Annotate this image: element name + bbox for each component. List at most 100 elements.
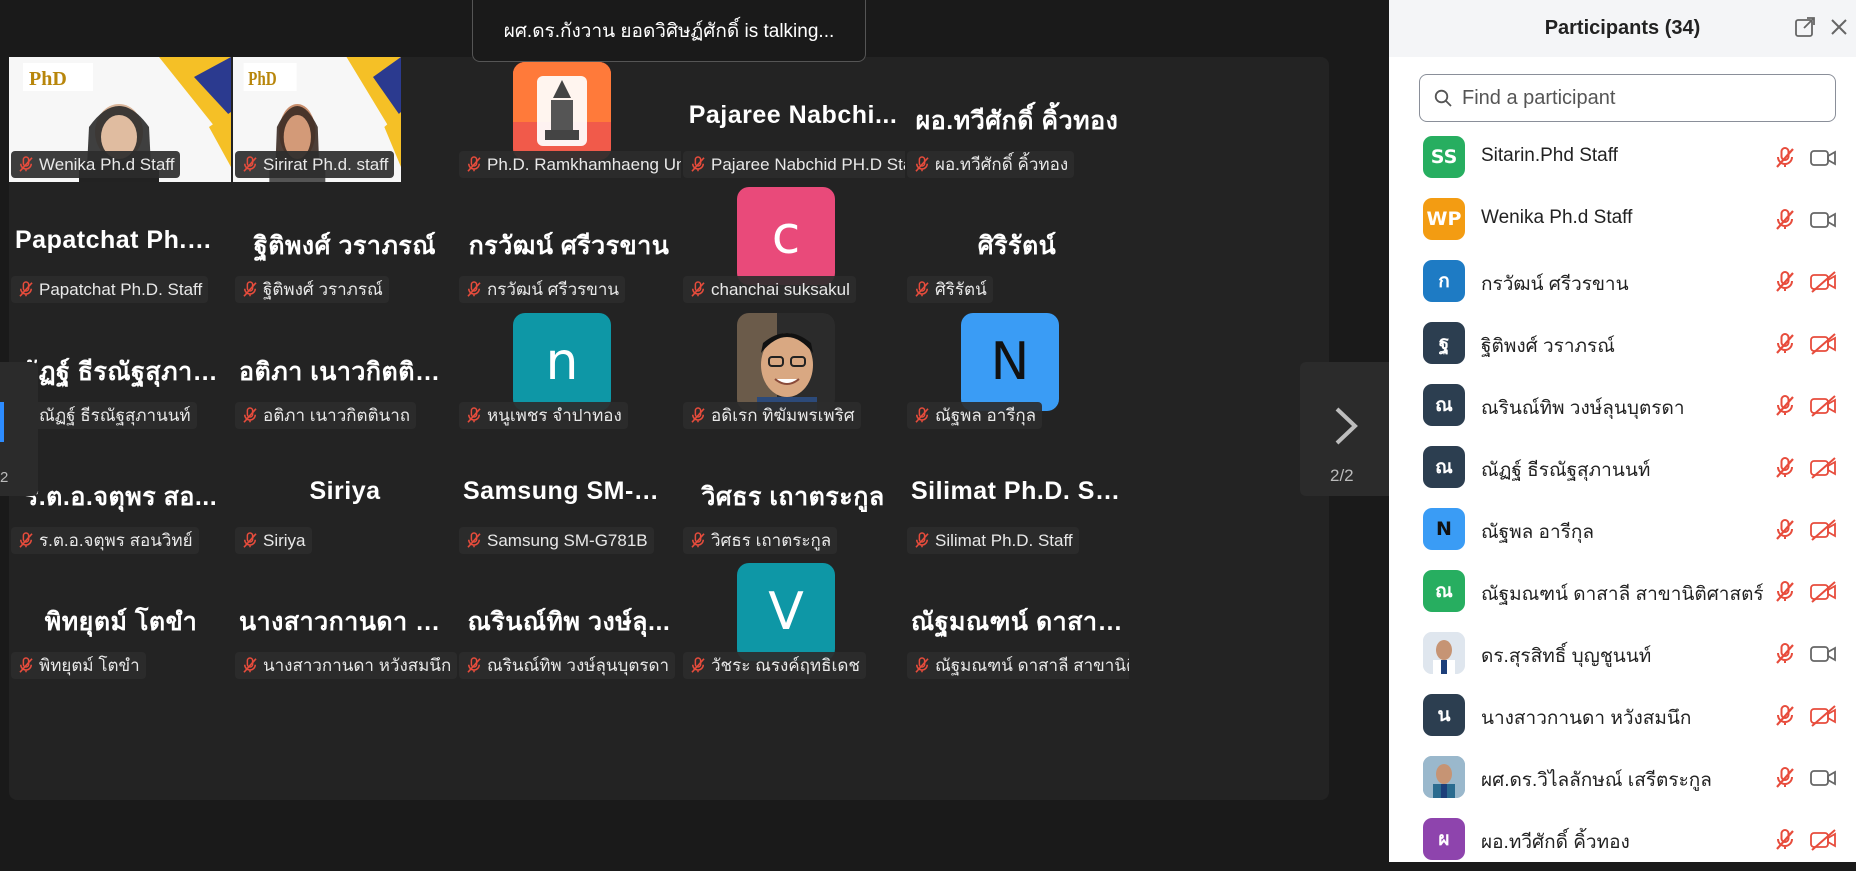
participant-search[interactable] xyxy=(1419,74,1836,122)
mic-muted-icon[interactable] xyxy=(1773,456,1797,480)
participant-photo xyxy=(737,313,835,411)
participant-display-name: ณัฏฐ์ ธีรณัฐสุภาน... xyxy=(15,358,233,386)
participant-row[interactable]: ดร.สุรสิทธิ์ บุญชูนนท์ xyxy=(1389,623,1856,685)
participant-row[interactable]: WP Wenika Ph.d Staff xyxy=(1389,189,1856,251)
video-tile[interactable]: ศิริรัตน์ ศิริรัตน์ xyxy=(905,182,1129,307)
participant-name-label: ผอ.ทวีศักดิ์ คิ้วทอง xyxy=(907,151,1075,178)
participant-name-label: ศิริรัตน์ xyxy=(907,276,993,303)
video-tile[interactable]: n หนูเพชร จำปาทอง xyxy=(457,308,681,433)
video-tile[interactable]: นางสาวกานดา ห... นางสาวกานดา หวังสมนึก xyxy=(233,558,457,683)
participant-name-label: ร.ต.อ.จตุพร สอนวิทย์ xyxy=(11,527,199,554)
video-tile[interactable]: ร.ต.อ.จตุพร สอ... ร.ต.อ.จตุพร สอนวิทย์ xyxy=(9,433,233,558)
participant-display-name: Silimat Ph.D. St... xyxy=(911,477,1127,505)
participant-row[interactable]: น นางสาวกานดา หวังสมนึก xyxy=(1389,685,1856,747)
mic-muted-icon xyxy=(913,280,931,299)
video-camera-icon[interactable] xyxy=(1809,766,1837,790)
participant-name: ณรินณ์ทิพ วงษ์ลุนบุตรดา xyxy=(1481,398,1685,419)
video-tile[interactable]: ณรินณ์ทิพ วงษ์ลุ... ณรินณ์ทิพ วงษ์ลุนบุตร… xyxy=(457,558,681,683)
video-off-icon[interactable] xyxy=(1809,580,1837,604)
search-input[interactable] xyxy=(1462,86,1822,110)
video-off-icon[interactable] xyxy=(1809,828,1837,852)
mic-muted-icon xyxy=(241,656,259,675)
mic-muted-icon[interactable] xyxy=(1773,146,1797,170)
video-tile[interactable]: Siriya Siriya xyxy=(233,433,457,558)
participant-avatar: n xyxy=(513,313,611,411)
participant-avatar: V xyxy=(737,563,835,661)
mic-muted-icon xyxy=(241,155,259,174)
video-tile[interactable]: Samsung SM-G... Samsung SM-G781B xyxy=(457,433,681,558)
video-camera-icon[interactable] xyxy=(1809,146,1837,170)
video-off-icon[interactable] xyxy=(1809,394,1837,418)
participant-avatar xyxy=(513,62,611,160)
video-tile[interactable]: Ph.D. Ramkhamhaeng Un... xyxy=(457,57,681,182)
mic-muted-icon[interactable] xyxy=(1773,828,1797,852)
mic-muted-icon xyxy=(689,531,707,550)
video-tile[interactable]: PhD Sirirat Ph.d. staff xyxy=(233,57,457,182)
participant-avatar: น xyxy=(1423,694,1465,736)
video-off-icon[interactable] xyxy=(1809,704,1837,728)
mic-muted-icon[interactable] xyxy=(1773,208,1797,232)
participant-name-label: กรวัฒน์ ศรีวรขาน xyxy=(459,276,626,303)
participant-name-label: Sirirat Ph.d. staff xyxy=(235,151,395,178)
video-camera-icon[interactable] xyxy=(1809,642,1837,666)
participant-list: SS Sitarin.Phd Staff WP Wenika Ph.d Staff กก… xyxy=(1389,127,1856,871)
participant-avatar: ก xyxy=(1423,260,1465,302)
video-off-icon[interactable] xyxy=(1809,456,1837,480)
mic-muted-icon[interactable] xyxy=(1773,270,1797,294)
mic-muted-icon xyxy=(241,280,259,299)
participant-name-label: Ph.D. Ramkhamhaeng Un... xyxy=(459,151,681,178)
university-emblem-icon xyxy=(513,62,611,160)
mic-muted-icon[interactable] xyxy=(1773,704,1797,728)
video-tile[interactable]: อดิเรก ทิฆัมพรเพริศ xyxy=(681,308,905,433)
participant-avatar: N xyxy=(1423,508,1465,550)
video-tile[interactable]: ฐิติพงศ์ วราภรณ์ ฐิติพงศ์ วราภรณ์ xyxy=(233,182,457,307)
video-tile[interactable]: ผอ.ทวีศักดิ์ คิ้วทอง ผอ.ทวีศักดิ์ คิ้วทอง xyxy=(905,57,1129,182)
video-tile[interactable]: พิทยุตม์ โตขำ พิทยุตม์ โตขำ xyxy=(9,558,233,683)
mic-muted-icon[interactable] xyxy=(1773,580,1797,604)
next-page-button[interactable]: 2/2 xyxy=(1300,362,1389,496)
participant-row[interactable]: ผศ.ดร.วิไลลักษณ์ เสรีตระกูล xyxy=(1389,747,1856,809)
video-tile[interactable]: ณัฏฐ์ ธีรณัฐสุภาน... ณัฏฐ์ ธีรณัฐสุภานนท์ xyxy=(9,308,233,433)
participant-avatar: ฐ xyxy=(1423,322,1465,364)
video-tile[interactable]: c chanchai suksakul xyxy=(681,182,905,307)
participant-row[interactable]: ฐ ฐิติพงศ์ วราภรณ์ xyxy=(1389,313,1856,375)
participant-row[interactable]: ณ ณัฐมณฑน์ ดาสาลี สาขานิติศาสตร์ xyxy=(1389,561,1856,623)
participant-row[interactable]: ณ ณรินณ์ทิพ วงษ์ลุนบุตรดา xyxy=(1389,375,1856,437)
video-tile[interactable]: อติภา เนาวกิตติน... อติภา เนาวกิตตินาถ xyxy=(233,308,457,433)
participant-row[interactable]: ก กรวัฒน์ ศรีวรขาน xyxy=(1389,251,1856,313)
participant-name-label: ฐิติพงศ์ วราภรณ์ xyxy=(235,276,389,303)
svg-text:PhD: PhD xyxy=(248,67,277,90)
video-tile[interactable]: PhD Wenika Ph.d Staff xyxy=(9,57,233,182)
participant-name-label: Pajaree Nabchid PH.D Staff xyxy=(683,151,905,178)
participant-display-name: อติภา เนาวกิตติน... xyxy=(239,358,455,386)
popout-icon[interactable] xyxy=(1794,16,1816,38)
video-off-icon[interactable] xyxy=(1809,270,1837,294)
video-off-icon[interactable] xyxy=(1809,518,1837,542)
mic-muted-icon[interactable] xyxy=(1773,394,1797,418)
video-off-icon[interactable] xyxy=(1809,332,1837,356)
participant-name: วัชระ ณรงค์ฤทธิเดช xyxy=(711,656,860,675)
previous-page-button[interactable]: 2 xyxy=(0,362,38,496)
participant-name-label: ณัฐพล อารีกุล xyxy=(907,402,1043,429)
participant-row[interactable]: ณ ณัฏฐ์ ธีรณัฐสุภานนท์ xyxy=(1389,437,1856,499)
video-tile[interactable]: Papatchat Ph.D.... Papatchat Ph.D. Staff xyxy=(9,182,233,307)
video-tile[interactable]: Silimat Ph.D. St... Silimat Ph.D. Staff xyxy=(905,433,1129,558)
active-speaker-text: ผศ.ดร.กังวาน ยอดวิศิษฏ์ศักดิ์ is talking… xyxy=(503,20,835,42)
gallery-grid: PhD Wenika Ph.d Staff PhD Sirirat Ph.d. … xyxy=(9,57,1329,800)
video-tile[interactable]: ณัฐมณฑน์ ดาสาลี... ณัฐมณฑน์ ดาสาลี สาขานิ… xyxy=(905,558,1129,683)
mic-muted-icon[interactable] xyxy=(1773,766,1797,790)
mic-muted-icon[interactable] xyxy=(1773,332,1797,356)
mic-muted-icon[interactable] xyxy=(1773,642,1797,666)
video-tile[interactable]: กรวัฒน์ ศรีวรขาน กรวัฒน์ ศรีวรขาน xyxy=(457,182,681,307)
video-tile[interactable]: วิศธร เถาตระกูล วิศธร เถาตระกูล xyxy=(681,433,905,558)
mic-muted-icon xyxy=(465,280,483,299)
video-tile[interactable]: Pajaree Nabchi... Pajaree Nabchid PH.D St… xyxy=(681,57,905,182)
video-tile[interactable]: V วัชระ ณรงค์ฤทธิเดช xyxy=(681,558,905,683)
video-tile[interactable]: N ณัฐพล อารีกุล xyxy=(905,308,1129,433)
close-icon[interactable] xyxy=(1828,16,1850,38)
mic-muted-icon[interactable] xyxy=(1773,518,1797,542)
participants-header: Participants (34) xyxy=(1389,0,1856,57)
video-camera-icon[interactable] xyxy=(1809,208,1837,232)
participant-row[interactable]: N ณัฐพล อารีกุล xyxy=(1389,499,1856,561)
participant-row[interactable]: SS Sitarin.Phd Staff xyxy=(1389,127,1856,189)
